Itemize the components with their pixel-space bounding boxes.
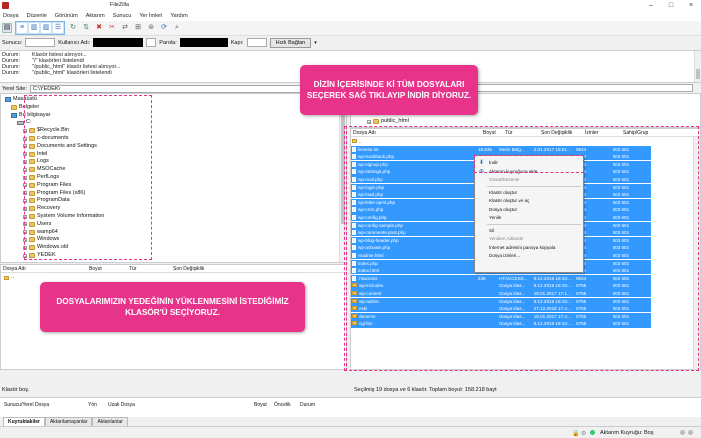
site-manager-icon[interactable]: ▤ bbox=[2, 23, 12, 33]
menu-transfer[interactable]: Aktarım bbox=[86, 13, 105, 19]
remote-tree-item[interactable]: + public_html bbox=[367, 118, 409, 125]
expand-icon[interactable]: + bbox=[367, 119, 371, 124]
folder-icon bbox=[373, 119, 379, 124]
close-icon[interactable]: × bbox=[681, 0, 701, 11]
local-col-type[interactable]: Tür bbox=[129, 265, 173, 272]
maximize-icon[interactable]: □ bbox=[661, 0, 681, 11]
menu-view[interactable]: Görünüm bbox=[55, 13, 78, 19]
local-col-name[interactable]: Dosya Adı bbox=[1, 265, 89, 272]
download-led-icon bbox=[688, 430, 693, 435]
compare-icon[interactable]: ⊜ bbox=[146, 23, 156, 33]
toggle-local-tree-icon[interactable]: ▥ bbox=[29, 23, 39, 33]
local-status: Klasör boş. bbox=[0, 386, 347, 395]
menu-server[interactable]: Sunucu bbox=[113, 13, 132, 19]
list-item[interactable]: .. bbox=[1, 273, 346, 281]
local-col-modified[interactable]: Son Değişiklik bbox=[173, 265, 253, 272]
port-input[interactable] bbox=[246, 38, 267, 47]
cancel-icon[interactable]: ✖ bbox=[94, 23, 104, 33]
computer-icon bbox=[11, 112, 17, 118]
callout-select-download: DİZİN İÇERİSİNDE Kİ TÜM DOSYALARI SEÇERE… bbox=[300, 65, 478, 115]
remote-status: Seçilmiş 19 dosya ve 6 klasör. Toplam bo… bbox=[350, 386, 701, 395]
search-icon[interactable]: ⌕ bbox=[172, 23, 182, 33]
filter-icon[interactable]: ⊞ bbox=[133, 23, 143, 33]
window-title: FileZilla bbox=[110, 2, 129, 8]
queue-status: Aktarım Kuyruğu: Boş bbox=[600, 430, 654, 436]
local-site-label: Yerel Site: bbox=[2, 85, 27, 92]
tab-queued[interactable]: Kuyruktakiler bbox=[3, 417, 45, 426]
folder-icon bbox=[4, 275, 9, 280]
username-label: Kullanıcı Adı: bbox=[58, 39, 91, 46]
username-input-edge[interactable] bbox=[146, 38, 157, 47]
queue-tabs: Kuyruktakiler Aktarılamayanlar Aktarılan… bbox=[0, 417, 701, 426]
port-label: Kapı: bbox=[230, 39, 244, 46]
upload-led-icon bbox=[680, 430, 685, 435]
filezilla-logo-icon bbox=[2, 2, 9, 9]
password-input[interactable] bbox=[179, 38, 228, 47]
local-col-size[interactable]: Boyut bbox=[89, 265, 129, 272]
computer-icon bbox=[5, 97, 11, 102]
speed-limit-icon[interactable]: ⚙ bbox=[581, 430, 586, 437]
activity-led-icon bbox=[590, 430, 595, 435]
password-label: Parola: bbox=[159, 39, 177, 46]
queue-col-size[interactable]: Boyut bbox=[254, 402, 267, 408]
download-item-highlight bbox=[474, 155, 584, 173]
local-tree-highlight bbox=[24, 95, 152, 260]
title-bar: FileZilla – □ × bbox=[0, 0, 701, 11]
minimize-icon[interactable]: – bbox=[641, 0, 661, 11]
lock-icon: 🔒 bbox=[572, 431, 580, 437]
toggle-log-icon[interactable]: ≡ bbox=[17, 23, 27, 33]
drive-icon bbox=[17, 120, 24, 125]
reconnect-icon[interactable]: ⇄ bbox=[120, 23, 130, 33]
queue-col-status[interactable]: Durum bbox=[300, 402, 315, 408]
disconnect-icon[interactable]: ✂ bbox=[107, 23, 117, 33]
menu-file[interactable]: Dosya bbox=[3, 13, 19, 19]
refresh-icon[interactable]: ↻ bbox=[68, 23, 78, 33]
menu-bookmarks[interactable]: Yer İmleri bbox=[139, 13, 162, 19]
menu-bar: Dosya Düzenle Görünüm Aktarım Sunucu Yer… bbox=[0, 11, 701, 21]
quickconnect-dropdown-icon[interactable]: ▾ bbox=[314, 40, 317, 46]
quickconnect-button[interactable]: Hızlı Bağlan bbox=[269, 37, 312, 48]
transfer-queue: Sunucu/Yerel Dosya Yön Uzak Dosya Boyut … bbox=[0, 397, 701, 417]
process-queue-icon[interactable]: ⇅ bbox=[81, 23, 91, 33]
username-input[interactable] bbox=[93, 38, 144, 47]
sync-browse-icon[interactable]: ⟳ bbox=[159, 23, 169, 33]
toggle-queue-icon[interactable]: ☰ bbox=[53, 23, 63, 33]
quickconnect-bar: Sunucu: Kullanıcı Adı: Parola: Kapı: Hız… bbox=[0, 36, 701, 49]
tab-successful[interactable]: Aktarılanlar bbox=[92, 417, 128, 426]
menu-help[interactable]: Yardım bbox=[170, 13, 187, 19]
tab-failed[interactable]: Aktarılamayanlar bbox=[44, 417, 93, 426]
local-file-header: Dosya Adı Boyut Tür Son Değişiklik bbox=[1, 265, 346, 273]
folder-icon bbox=[11, 104, 17, 110]
host-label: Sunucu: bbox=[2, 39, 23, 46]
queue-col-remote[interactable]: Uzak Dosya bbox=[108, 402, 135, 408]
toggle-remote-tree-icon[interactable]: ▥ bbox=[41, 23, 51, 33]
log-scrollbar[interactable] bbox=[694, 51, 701, 82]
queue-col-direction[interactable]: Yön bbox=[88, 402, 97, 408]
host-input[interactable] bbox=[25, 38, 56, 47]
toolbar: ▤ ≡ ▥ ▥ ☰ ↻ ⇅ ✖ ✂ ⇄ ⊞ ⊜ ⟳ ⌕ bbox=[0, 21, 701, 36]
callout-select-folder: DOSYALARIMIZIN YEDEĞİNİN YÜKLENMESİNİ İS… bbox=[40, 282, 305, 332]
menu-edit[interactable]: Düzenle bbox=[27, 13, 47, 19]
queue-col-priority[interactable]: Öncelik bbox=[274, 402, 291, 408]
queue-col-file[interactable]: Sunucu/Yerel Dosya bbox=[4, 402, 49, 408]
local-site-bar: Yerel Site: C:\YEDEK\ bbox=[0, 84, 347, 93]
toolbar-view-group: ≡ ▥ ▥ ☰ bbox=[15, 21, 65, 35]
status-bar: 🔒 ⚙ Aktarım Kuyruğu: Boş bbox=[0, 426, 701, 438]
